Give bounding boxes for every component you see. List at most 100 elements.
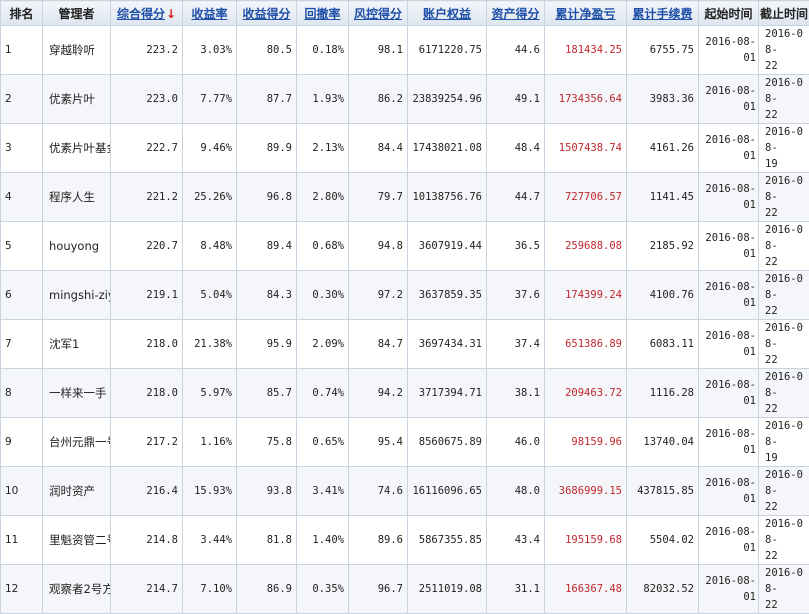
cell-fees: 437815.85 bbox=[627, 467, 699, 516]
cell-rank: 1 bbox=[1, 26, 43, 75]
cell-total-score: 223.2 bbox=[111, 26, 183, 75]
cell-return-score: 93.8 bbox=[237, 467, 297, 516]
table-body: 1 穿越聆听 223.2 3.03% 80.5 0.18% 98.1 61712… bbox=[1, 26, 809, 614]
cell-start-time: 2016-08-01 bbox=[699, 320, 759, 369]
cell-end-time: 2016-08-22 bbox=[759, 222, 809, 271]
cell-manager[interactable]: 优素片叶基金 bbox=[43, 124, 111, 173]
cell-manager[interactable]: 观察者2号方 bbox=[43, 565, 111, 614]
cell-net-pnl: 3686999.15 bbox=[545, 467, 627, 516]
cell-risk-score: 89.6 bbox=[349, 516, 408, 565]
start-time-line1: 2016-08- bbox=[705, 477, 756, 489]
cell-risk-score: 98.1 bbox=[349, 26, 408, 75]
header-asset-score[interactable]: 资产得分 bbox=[487, 1, 545, 26]
header-risk-score[interactable]: 风控得分 bbox=[349, 1, 408, 26]
cell-manager[interactable]: 里魁资管二号 bbox=[43, 516, 111, 565]
cell-rank: 7 bbox=[1, 320, 43, 369]
cell-return-rate: 9.46% bbox=[183, 124, 237, 173]
start-time-line2: 01 bbox=[699, 99, 756, 115]
cell-drawdown: 1.40% bbox=[297, 516, 349, 565]
cell-drawdown: 0.18% bbox=[297, 26, 349, 75]
end-time-line2: 22 bbox=[765, 548, 807, 564]
cell-return-score: 89.4 bbox=[237, 222, 297, 271]
cell-drawdown: 0.65% bbox=[297, 418, 349, 467]
cell-return-rate: 8.48% bbox=[183, 222, 237, 271]
end-time-line2: 22 bbox=[765, 597, 807, 613]
end-time-line2: 22 bbox=[765, 303, 807, 319]
cell-manager[interactable]: 程序人生 bbox=[43, 173, 111, 222]
cell-equity: 10138756.76 bbox=[408, 173, 487, 222]
cell-total-score: 221.2 bbox=[111, 173, 183, 222]
cell-return-rate: 1.16% bbox=[183, 418, 237, 467]
cell-manager[interactable]: mingshi-ziyi bbox=[43, 271, 111, 320]
end-time-line1: 2016-08- bbox=[765, 77, 803, 105]
header-return-rate[interactable]: 收益率 bbox=[183, 1, 237, 26]
end-time-line2: 22 bbox=[765, 499, 807, 515]
start-time-line1: 2016-08- bbox=[705, 330, 756, 342]
end-time-line1: 2016-08- bbox=[765, 420, 803, 448]
cell-start-time: 2016-08-01 bbox=[699, 418, 759, 467]
cell-rank: 9 bbox=[1, 418, 43, 467]
cell-start-time: 2016-08-01 bbox=[699, 75, 759, 124]
header-return-score[interactable]: 收益得分 bbox=[237, 1, 297, 26]
start-time-line2: 01 bbox=[699, 148, 756, 164]
header-drawdown[interactable]: 回撤率 bbox=[297, 1, 349, 26]
cell-return-rate: 5.04% bbox=[183, 271, 237, 320]
cell-drawdown: 2.09% bbox=[297, 320, 349, 369]
cell-manager[interactable]: 润时资产 bbox=[43, 467, 111, 516]
cell-return-rate: 15.93% bbox=[183, 467, 237, 516]
cell-risk-score: 95.4 bbox=[349, 418, 408, 467]
cell-total-score: 217.2 bbox=[111, 418, 183, 467]
end-time-line2: 22 bbox=[765, 107, 807, 123]
cell-start-time: 2016-08-01 bbox=[699, 516, 759, 565]
cell-total-score: 222.7 bbox=[111, 124, 183, 173]
cell-end-time: 2016-08-22 bbox=[759, 369, 809, 418]
cell-risk-score: 84.7 bbox=[349, 320, 408, 369]
table-row: 11 里魁资管二号 214.8 3.44% 81.8 1.40% 89.6 58… bbox=[1, 516, 809, 565]
cell-end-time: 2016-08-22 bbox=[759, 565, 809, 614]
start-time-line2: 01 bbox=[699, 50, 756, 66]
cell-return-score: 89.9 bbox=[237, 124, 297, 173]
cell-net-pnl: 209463.72 bbox=[545, 369, 627, 418]
header-manager: 管理者 bbox=[43, 1, 111, 26]
cell-asset-score: 44.7 bbox=[487, 173, 545, 222]
cell-total-score: 214.8 bbox=[111, 516, 183, 565]
cell-asset-score: 38.1 bbox=[487, 369, 545, 418]
cell-start-time: 2016-08-01 bbox=[699, 565, 759, 614]
cell-net-pnl: 181434.25 bbox=[545, 26, 627, 75]
header-start-time: 起始时间 bbox=[699, 1, 759, 26]
table-row: 9 台州元鼎一号 217.2 1.16% 75.8 0.65% 95.4 856… bbox=[1, 418, 809, 467]
start-time-line1: 2016-08- bbox=[705, 575, 756, 587]
header-equity[interactable]: 账户权益 bbox=[408, 1, 487, 26]
cell-equity: 3717394.71 bbox=[408, 369, 487, 418]
cell-asset-score: 43.4 bbox=[487, 516, 545, 565]
cell-asset-score: 46.0 bbox=[487, 418, 545, 467]
cell-return-rate: 5.97% bbox=[183, 369, 237, 418]
cell-net-pnl: 174399.24 bbox=[545, 271, 627, 320]
cell-asset-score: 48.4 bbox=[487, 124, 545, 173]
table-row: 12 观察者2号方 214.7 7.10% 86.9 0.35% 96.7 25… bbox=[1, 565, 809, 614]
cell-manager[interactable]: 台州元鼎一号 bbox=[43, 418, 111, 467]
header-total-score[interactable]: 综合得分↓ bbox=[111, 1, 183, 26]
cell-manager[interactable]: houyong bbox=[43, 222, 111, 271]
cell-manager[interactable]: 一样来一手 bbox=[43, 369, 111, 418]
cell-net-pnl: 1507438.74 bbox=[545, 124, 627, 173]
cell-total-score: 218.0 bbox=[111, 320, 183, 369]
end-time-line2: 19 bbox=[765, 156, 807, 172]
cell-fees: 82032.52 bbox=[627, 565, 699, 614]
cell-total-score: 220.7 bbox=[111, 222, 183, 271]
cell-asset-score: 48.0 bbox=[487, 467, 545, 516]
end-time-line1: 2016-08- bbox=[765, 469, 803, 497]
header-net-pnl[interactable]: 累计净盈亏 bbox=[545, 1, 627, 26]
cell-total-score: 214.7 bbox=[111, 565, 183, 614]
cell-manager[interactable]: 沈军1 bbox=[43, 320, 111, 369]
header-fees[interactable]: 累计手续费 bbox=[627, 1, 699, 26]
cell-return-rate: 7.77% bbox=[183, 75, 237, 124]
cell-start-time: 2016-08-01 bbox=[699, 26, 759, 75]
cell-risk-score: 86.2 bbox=[349, 75, 408, 124]
cell-fees: 3983.36 bbox=[627, 75, 699, 124]
cell-manager[interactable]: 穿越聆听 bbox=[43, 26, 111, 75]
end-time-line1: 2016-08- bbox=[765, 28, 803, 56]
cell-manager[interactable]: 优素片叶 bbox=[43, 75, 111, 124]
cell-total-score: 218.0 bbox=[111, 369, 183, 418]
table-row: 3 优素片叶基金 222.7 9.46% 89.9 2.13% 84.4 174… bbox=[1, 124, 809, 173]
